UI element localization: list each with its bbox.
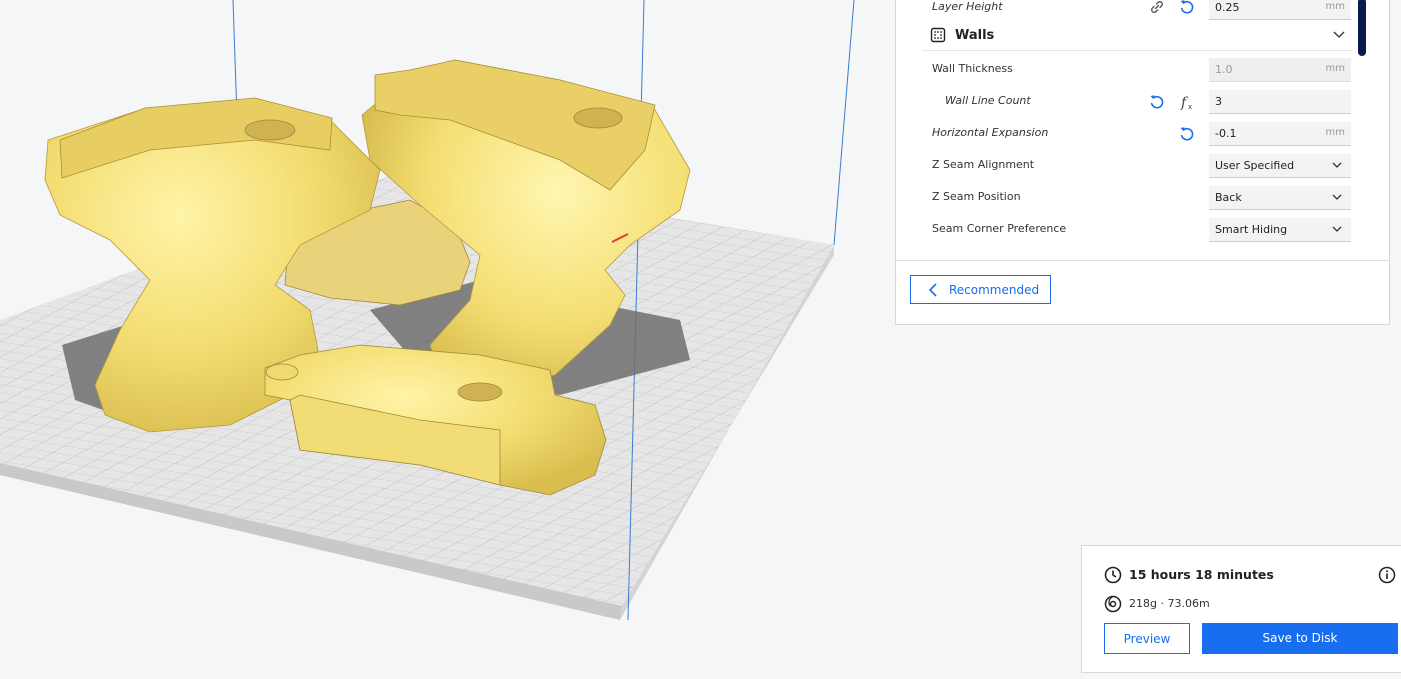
link-icon[interactable] [1148,0,1166,16]
chevron-down-icon [1332,226,1342,232]
spool-icon [1104,595,1122,613]
print-summary-panel: 15 hours 18 minutes 218g · 73.06m Previe… [1081,545,1401,673]
walls-icon [930,27,946,43]
setting-label: Seam Corner Preference [932,222,1067,235]
setting-z-seam-position: Z Seam Position Back [896,182,1366,214]
walls-section-header[interactable]: Walls [922,20,1352,51]
chevron-down-icon [1332,162,1342,168]
wall-line-count-field[interactable]: 3 [1209,90,1351,114]
setting-label: Horizontal Expansion [932,126,1049,139]
reset-icon[interactable] [1178,125,1196,143]
print-time: 15 hours 18 minutes [1129,567,1274,582]
setting-label: Z Seam Alignment [932,158,1035,171]
setting-horizontal-expansion: Horizontal Expansion -0.1 mm [896,118,1366,150]
function-icon[interactable]: fx [1178,93,1196,111]
horizontal-expansion-field[interactable]: -0.1 mm [1209,122,1351,146]
recommended-button[interactable]: Recommended [910,275,1051,304]
chevron-down-icon [1332,194,1342,200]
reset-icon[interactable] [1148,93,1166,111]
chevron-left-icon [928,283,937,297]
setting-seam-corner-preference: Seam Corner Preference Smart Hiding [896,214,1366,246]
save-to-disk-button[interactable]: Save to Disk [1202,623,1398,654]
preview-button[interactable]: Preview [1104,623,1190,654]
setting-wall-line-count: Wall Line Count fx 3 [896,86,1366,118]
walls-section-title: Walls [955,28,995,43]
layer-height-field[interactable]: 0.25 mm [1209,0,1351,20]
wall-thickness-field[interactable]: 1.0 mm [1209,58,1351,82]
info-icon[interactable] [1378,566,1396,584]
setting-label: Wall Line Count [945,94,1031,107]
seam-corner-preference-select[interactable]: Smart Hiding [1209,218,1351,242]
setting-label: Layer Height [932,0,1003,13]
setting-label: Z Seam Position [932,190,1021,203]
svg-text:x: x [1188,103,1192,111]
setting-label: Wall Thickness [932,62,1013,75]
panel-divider [896,260,1390,261]
setting-z-seam-alignment: Z Seam Alignment User Specified [896,150,1366,182]
z-seam-alignment-select[interactable]: User Specified [1209,154,1351,178]
print-settings-panel: Layer Height 0.25 mm Walls Wall Thicknes… [895,0,1390,325]
material-usage: 218g · 73.06m [1129,597,1210,610]
reset-icon[interactable] [1178,0,1196,16]
clock-icon [1104,566,1122,584]
z-seam-position-select[interactable]: Back [1209,186,1351,210]
chevron-down-icon[interactable] [1332,27,1346,41]
setting-wall-thickness: Wall Thickness 1.0 mm [896,54,1366,86]
